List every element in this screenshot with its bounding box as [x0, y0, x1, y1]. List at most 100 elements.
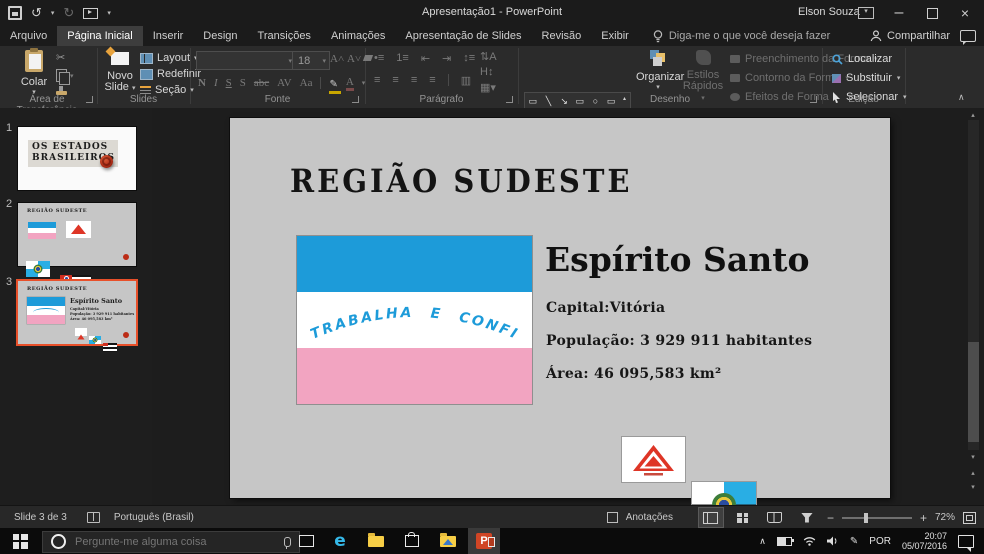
arrange-button[interactable]: Organizar ▾ — [636, 50, 684, 91]
pen-icon[interactable]: ✎ — [850, 536, 858, 547]
tab-arquivo[interactable]: Arquivo — [0, 26, 57, 46]
copy-icon[interactable] — [56, 69, 70, 85]
normal-view-button[interactable] — [698, 508, 723, 527]
spellcheck-icon[interactable] — [86, 512, 100, 523]
volume-icon[interactable] — [826, 536, 839, 546]
cortana-search-box[interactable] — [42, 530, 300, 553]
tab-apresentacao-de-slides[interactable]: Apresentação de Slides — [395, 26, 531, 46]
reading-view-icon — [767, 512, 783, 523]
paste-button[interactable]: Colar ▾ — [14, 48, 54, 96]
tab-inserir[interactable]: Inserir — [143, 26, 194, 46]
battery-icon[interactable] — [776, 536, 794, 546]
font-size-input[interactable] — [296, 53, 316, 68]
tab-animacoes[interactable]: Animações — [321, 26, 395, 46]
font-name-combo[interactable]: ▾ — [196, 51, 296, 70]
increase-font-icon: A˄ — [330, 53, 345, 65]
photos-button[interactable] — [432, 528, 464, 554]
task-view-button[interactable] — [290, 528, 322, 554]
population-line[interactable]: População: 3 929 911 habitantes — [546, 333, 812, 349]
thumbnail-1[interactable]: OS ESTADOS BRASILEIROS — [18, 127, 136, 190]
thumbnail-3-number: 3 — [6, 276, 13, 288]
zoom-out-button[interactable]: − — [827, 511, 834, 525]
slide-title[interactable]: REGIÃO SUDESTE — [290, 163, 633, 200]
clear-formatting-icon — [362, 55, 374, 61]
zoom-slider-thumb[interactable] — [863, 512, 868, 523]
file-explorer-button[interactable] — [360, 528, 392, 554]
wifi-icon[interactable] — [803, 536, 816, 546]
start-button[interactable] — [0, 528, 40, 554]
powerpoint-window: ↺ ▾ ↻ ▾ Apresentação1 - PowerPoint Elson… — [0, 0, 984, 554]
font-size-combo[interactable]: ▾ — [292, 51, 330, 70]
tab-pagina-inicial[interactable]: Página Inicial — [57, 26, 143, 46]
thumbnail-2-es-flag — [28, 222, 56, 239]
tab-design[interactable]: Design — [193, 26, 247, 46]
layout-button[interactable]: Layout▾ — [140, 52, 201, 64]
find-button[interactable]: Localizar — [832, 53, 907, 65]
edge-button[interactable]: e — [324, 528, 356, 554]
store-button[interactable] — [396, 528, 428, 554]
clock[interactable]: 20:07 05/07/2016 — [902, 531, 947, 551]
reading-view-button[interactable] — [763, 508, 787, 527]
next-slide-button[interactable]: ▾ — [966, 482, 980, 494]
normal-view-icon — [703, 511, 719, 524]
notes-toggle[interactable]: Anotações — [626, 512, 673, 523]
photos-folder-icon — [440, 532, 456, 547]
minimize-button[interactable]: – — [884, 0, 914, 26]
thumbnail-3-title: REGIÃO SUDESTE — [27, 286, 88, 292]
action-center-icon[interactable] — [958, 534, 974, 552]
minas-gerais-flag[interactable] — [622, 437, 685, 482]
current-slide[interactable]: REGIÃO SUDESTE TRABALHA E CONFIA Espírit… — [230, 118, 890, 554]
flag-pink-band — [297, 348, 532, 404]
replace-button[interactable]: Substituir ▾ — [832, 72, 907, 84]
slide-thumbnail-panel: 1 OS ESTADOS BRASILEIROS 2 REGIÃO SUDEST… — [0, 108, 152, 505]
tell-me-box[interactable]: Diga-me o que você deseja fazer — [653, 26, 830, 46]
slideshow-view-button[interactable] — [795, 508, 819, 527]
powerpoint-taskbar-button[interactable]: P — [468, 528, 500, 554]
taskbar-search-input[interactable] — [73, 534, 277, 549]
share-button[interactable]: Compartilhar — [870, 26, 950, 46]
clipboard-dialog-launcher[interactable] — [86, 96, 93, 103]
vertical-scrollbar[interactable] — [968, 120, 979, 450]
align-right-icon: ≡ — [410, 74, 418, 86]
user-name[interactable]: Elson Souza — [798, 6, 860, 18]
thumbnail-2-title: REGIÃO SUDESTE — [27, 208, 88, 214]
language-status[interactable]: Português (Brasil) — [114, 512, 194, 523]
collapse-ribbon-icon[interactable]: ∧ — [958, 92, 965, 103]
scrollbar-down-icon[interactable]: ▾ — [966, 452, 980, 464]
drawing-dialog-launcher[interactable] — [810, 96, 817, 103]
reset-button[interactable]: Redefinir — [140, 68, 201, 80]
espirito-santo-flag[interactable]: TRABALHA E CONFIA — [296, 235, 533, 405]
slide-sorter-icon — [737, 512, 749, 523]
cut-icon[interactable]: ✂ — [56, 51, 74, 64]
highlight-pen-icon: ✎ — [329, 74, 342, 94]
thumbnail-3-selected[interactable]: REGIÃO SUDESTE Espírito Santo Capital:Vi… — [16, 279, 138, 352]
tab-revisao[interactable]: Revisão — [532, 26, 592, 46]
slide-counter[interactable]: Slide 3 de 3 — [14, 512, 67, 523]
capital-line[interactable]: Capital:Vitória — [546, 300, 665, 316]
font-group-label: Fonte — [264, 94, 291, 105]
fit-slide-button[interactable] — [963, 511, 976, 524]
thumbnail-2-mg-flag — [66, 221, 91, 238]
bullets-icon: •≡ — [374, 52, 385, 64]
zoom-in-button[interactable]: + — [920, 511, 927, 525]
thumbnail-2[interactable]: REGIÃO SUDESTE — [18, 203, 136, 294]
restore-button[interactable] — [917, 0, 947, 26]
language-indicator[interactable]: POR — [869, 536, 891, 547]
paragraph-dialog-launcher[interactable] — [506, 96, 513, 103]
area-line[interactable]: Área: 46 095,583 km² — [546, 366, 721, 382]
comments-icon[interactable] — [960, 30, 976, 45]
tray-expand-icon[interactable]: ∧ — [759, 536, 766, 547]
slide-sorter-view-button[interactable] — [731, 508, 755, 527]
tab-transicoes[interactable]: Transições — [248, 26, 321, 46]
scrollbar-thumb[interactable] — [968, 342, 979, 442]
zoom-slider[interactable] — [841, 512, 912, 523]
close-button[interactable]: × — [950, 0, 980, 26]
ribbon-display-options-icon[interactable]: ▾ — [858, 7, 874, 19]
zoom-level[interactable]: 72% — [935, 512, 955, 523]
font-dialog-launcher[interactable] — [352, 96, 359, 103]
state-name[interactable]: Espírito Santo — [545, 240, 809, 279]
status-bar: Slide 3 de 3 Português (Brasil) Anotaçõe… — [0, 505, 984, 529]
new-slide-button[interactable]: Novo Slide ▾ — [102, 50, 138, 94]
previous-slide-button[interactable]: ▴ — [966, 468, 980, 480]
tab-exibir[interactable]: Exibir — [591, 26, 639, 46]
